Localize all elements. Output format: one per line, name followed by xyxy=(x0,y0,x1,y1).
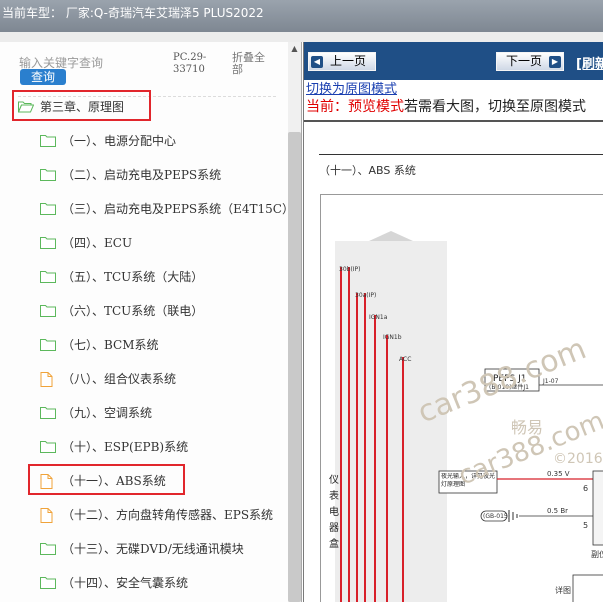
tree-item-label: （一）、电源分配中心 xyxy=(62,133,177,148)
tree-item-label: （十）、ESP(EPB)系统 xyxy=(62,439,189,454)
tree-item-label: （三）、启动充电及PEPS系统（E4T15C） xyxy=(62,201,288,216)
tree-scroll-thumb[interactable] xyxy=(288,132,301,602)
wire-label-ign1b: IGN1b xyxy=(383,334,402,341)
document-viewer: ◀ 上一页 下一页 ▶ [刷新 切换为原图模式 当前：预览模式若需看大图，切换至… xyxy=(303,42,603,602)
folder-icon xyxy=(40,270,56,283)
wiring-diagram-svg: 30b(IP) 30a(IP) IGN1a IGN1b ACC 仪 表 电 器 … xyxy=(329,231,603,602)
folder-icon xyxy=(40,338,56,351)
refresh-link[interactable]: [刷新 xyxy=(576,53,603,72)
left-nav-panel: 查询 PC.29-33710 折叠全部 第三章、原理图 （一）、电源分配中心 （二）… xyxy=(0,42,302,602)
tree-item[interactable]: （六）、TCU系统（联电） xyxy=(0,293,288,327)
fuse-box-label-5: 盒 xyxy=(329,537,339,550)
search-button[interactable]: 查询 xyxy=(20,69,66,85)
tree-item[interactable]: （十四）、安全气囊系统 xyxy=(0,565,288,599)
tree-item[interactable]: （四）、ECU xyxy=(0,225,288,259)
switch-original-mode-link[interactable]: 切换为原图模式 xyxy=(306,78,397,97)
document-code: PC.29-33710 xyxy=(173,52,207,75)
tree-item-label: （七）、BCM系统 xyxy=(62,337,159,352)
mode-divider xyxy=(304,120,603,122)
next-page-button[interactable]: 下一页 ▶ xyxy=(496,52,564,71)
file-icon xyxy=(40,507,56,523)
pin-6-label: 6 xyxy=(583,484,588,493)
tree-item-label: 第三章、原理图 xyxy=(40,99,125,114)
search-area: 查询 PC.29-33710 折叠全部 xyxy=(0,42,290,92)
viewer-toolbar: ◀ 上一页 下一页 ▶ [刷新 xyxy=(304,42,603,80)
prev-page-button[interactable]: ◀ 上一页 xyxy=(308,52,376,71)
tree-item[interactable]: （三）、启动充电及PEPS系统（E4T15C） xyxy=(0,191,288,225)
tree-item-label: （四）、ECU xyxy=(62,235,133,250)
folder-icon xyxy=(40,202,56,215)
tree-chapter-item[interactable]: 第三章、原理图 xyxy=(0,89,288,123)
tree-item[interactable]: （九）、空调系统 xyxy=(0,395,288,429)
arrow-left-icon: ◀ xyxy=(311,56,323,68)
window-title-bar: 当前车型： 厂家:Q-奇瑞汽车艾瑞泽5 PLUS2022 xyxy=(0,0,603,32)
wire-035-label: 0.35 V xyxy=(547,470,570,478)
scroll-up-arrow-icon[interactable]: ▲ xyxy=(288,42,301,56)
tree-item-label: （十三）、无碟DVD/无线通讯模块 xyxy=(62,541,244,556)
tree-item[interactable]: （十一）、ABS系统 xyxy=(0,463,288,497)
mode-prefix: 当前： xyxy=(306,99,348,115)
folder-icon xyxy=(40,236,56,249)
folder-icon xyxy=(40,576,56,589)
file-icon xyxy=(40,371,56,387)
collapse-all-button[interactable]: 折叠全部 xyxy=(232,52,272,76)
tree-item-label: （六）、TCU系统（联电） xyxy=(62,303,204,318)
folder-icon xyxy=(40,440,56,453)
arrow-right-icon: ▶ xyxy=(549,56,561,68)
detail-label: 详图 xyxy=(555,585,571,595)
tree-item[interactable]: （七）、BCM系统 xyxy=(0,327,288,361)
pin-5-label: 5 xyxy=(583,521,588,530)
fuse-box-label-2: 表 xyxy=(329,489,339,502)
tree-item-label: （十一）、ABS系统 xyxy=(62,473,166,488)
tree-item[interactable]: （五）、TCU系统（大陆） xyxy=(0,259,288,293)
folder-icon xyxy=(40,304,56,317)
wire-label-30b: 30b(IP) xyxy=(339,266,361,273)
wire-label-30a: 30a(IP) xyxy=(355,292,376,299)
tree-item[interactable]: （二）、启动充电及PEPS系统 xyxy=(0,157,288,191)
folder-open-icon xyxy=(18,100,34,113)
ground-tag: (GB-015) xyxy=(483,513,510,520)
folder-icon xyxy=(40,134,56,147)
folder-icon xyxy=(40,168,56,181)
title-spacer xyxy=(0,32,603,42)
wire-label-acc: ACC xyxy=(399,356,411,363)
fuse-box-label-1: 仪 xyxy=(329,474,339,486)
mode-status: 当前：预览模式若需看大图，切换至原图模式 xyxy=(306,96,586,116)
panel-up-arrow-icon xyxy=(369,231,413,241)
sub-instrument-box xyxy=(592,470,603,546)
document-rule xyxy=(319,154,603,155)
tree-item-label: （二）、启动充电及PEPS系统 xyxy=(62,167,222,182)
mode-name: 预览模式 xyxy=(348,99,404,115)
folder-icon xyxy=(40,542,56,555)
watermark-4: ©2016 xyxy=(553,451,603,467)
tree-item[interactable]: （十三）、无碟DVD/无线通讯模块 xyxy=(0,531,288,565)
wiring-diagram: 30b(IP) 30a(IP) IGN1a IGN1b ACC 仪 表 电 器 … xyxy=(320,194,603,602)
detail-box xyxy=(572,574,603,602)
sub-instrument-label: 副仪 xyxy=(591,550,603,559)
tree-item[interactable]: （一）、电源分配中心 xyxy=(0,123,288,157)
wire-label-ign1a: IGN1a xyxy=(369,314,388,321)
window-title: 当前车型： 厂家:Q-奇瑞汽车艾瑞泽5 PLUS2022 xyxy=(2,6,264,20)
tree-item-label: （八）、组合仪表系统 xyxy=(62,371,177,386)
document-title: （十一）、ABS 系统 xyxy=(319,164,416,177)
tree-item-label: （五）、TCU系统（大陆） xyxy=(62,269,204,284)
file-icon xyxy=(40,473,56,489)
tree-item-label: （十四）、安全气囊系统 xyxy=(62,575,189,590)
mode-hint: 若需看大图，切换至原图模式 xyxy=(404,99,586,115)
wire-05br-label: 0.5 Br xyxy=(547,507,568,515)
next-page-label: 下一页 xyxy=(505,54,542,68)
fuse-box-label-4: 器 xyxy=(329,522,339,534)
tree-item[interactable]: （十）、ESP(EPB)系统 xyxy=(0,429,288,463)
tree-item[interactable]: （十二）、方向盘转角传感器、EPS系统 xyxy=(0,497,288,531)
tree-item-label: （十二）、方向盘转角传感器、EPS系统 xyxy=(62,507,274,522)
tree-item-label: （九）、空调系统 xyxy=(62,405,153,420)
prev-page-label: 上一页 xyxy=(329,54,366,68)
folder-icon xyxy=(40,406,56,419)
fuse-box-label-3: 电 xyxy=(329,505,339,518)
tree-item[interactable]: （八）、组合仪表系统 xyxy=(0,361,288,395)
